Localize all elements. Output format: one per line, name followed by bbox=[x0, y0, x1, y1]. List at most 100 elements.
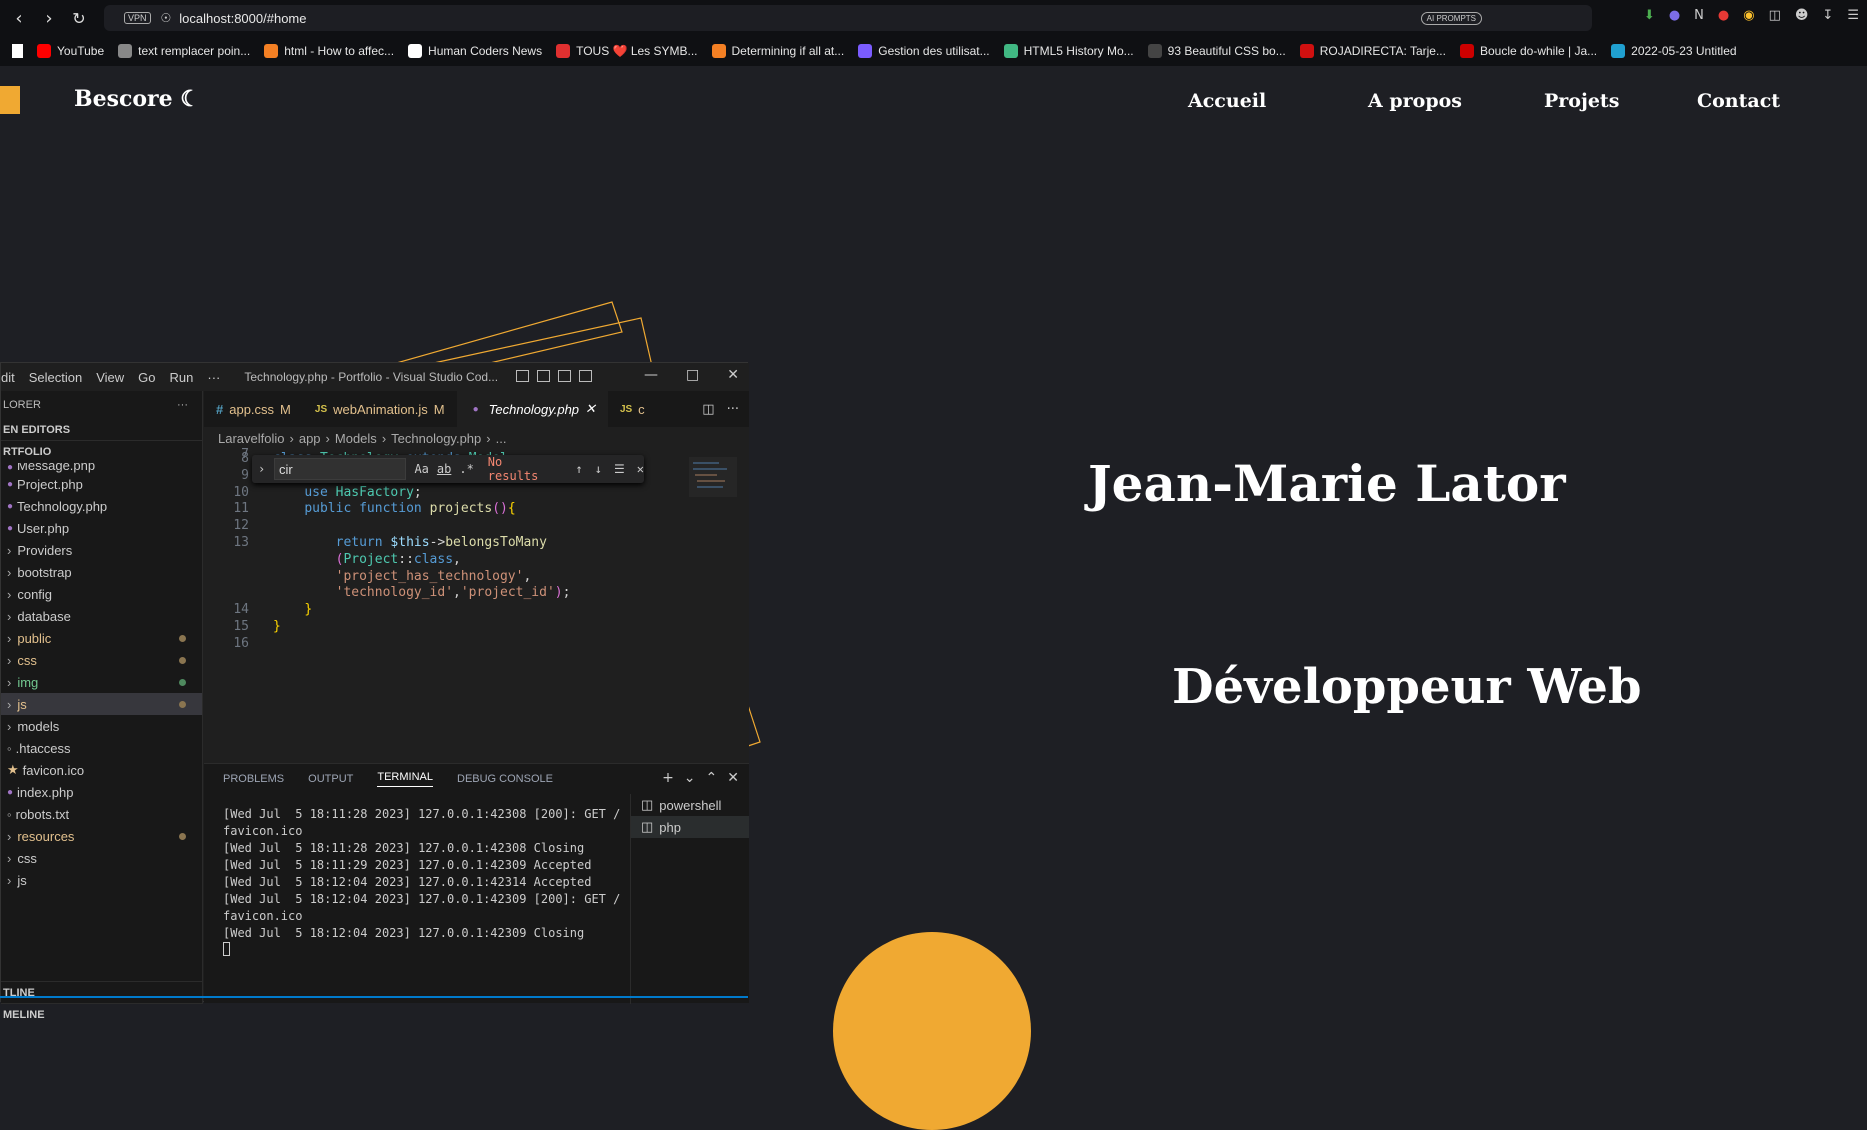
maximize-panel-icon[interactable]: ⌃ bbox=[706, 770, 718, 786]
maximize-icon[interactable]: □ bbox=[686, 367, 699, 383]
file-tree-item[interactable]: › database bbox=[1, 605, 202, 627]
editor-tab[interactable]: JS webAnimation.js M bbox=[303, 391, 457, 427]
notion-icon[interactable]: N bbox=[1694, 8, 1704, 23]
file-tree-item[interactable]: ◦ .htaccess bbox=[1, 737, 202, 759]
terminal-powershell[interactable]: ◫ powershell bbox=[631, 794, 749, 816]
file-tree-item[interactable]: ● Message.php bbox=[1, 463, 202, 473]
previous-match-icon[interactable]: ↑ bbox=[576, 462, 583, 476]
whole-word-icon[interactable]: ab bbox=[437, 462, 451, 476]
menu-icon[interactable]: ☰ bbox=[1847, 8, 1859, 23]
close-tab-icon[interactable]: ✕ bbox=[585, 401, 596, 417]
bookmark-item[interactable]: html - How to affec... bbox=[264, 44, 394, 58]
bookmark-item[interactable]: Human Coders News bbox=[408, 44, 542, 58]
file-tree-item[interactable]: › resources bbox=[1, 825, 202, 847]
file-tree-item[interactable]: › css bbox=[1, 649, 202, 671]
explorer-more-icon[interactable]: ··· bbox=[177, 399, 188, 411]
adblock-icon[interactable]: ● bbox=[1718, 8, 1729, 23]
bookmark-item[interactable]: Determining if all at... bbox=[711, 44, 844, 58]
tab-problems[interactable]: PROBLEMS bbox=[223, 773, 284, 785]
vpn-badge[interactable]: VPN bbox=[124, 12, 151, 24]
bookmark-item[interactable]: ROJADIRECTA: Tarje... bbox=[1299, 44, 1446, 58]
editor-tab[interactable]: JS c bbox=[608, 391, 657, 427]
next-match-icon[interactable]: ↓ bbox=[595, 462, 602, 476]
ai-prompts-badge[interactable]: AI PROMPTS bbox=[1420, 11, 1482, 25]
minimize-icon[interactable]: — bbox=[644, 367, 658, 383]
bookmark-item[interactable]: Gestion des utilisat... bbox=[858, 44, 990, 58]
bookmark-item[interactable]: Boucle do-while | Ja... bbox=[1459, 44, 1597, 58]
back-icon[interactable]: ‹ bbox=[4, 3, 34, 33]
code-area[interactable]: 78class Technology extends Model9{10 use… bbox=[204, 447, 749, 759]
forward-icon[interactable]: › bbox=[34, 3, 64, 33]
menu-run[interactable]: Run bbox=[170, 370, 194, 385]
bookmark-item[interactable]: text remplacer poin... bbox=[118, 44, 250, 58]
downloads-icon[interactable]: ↧ bbox=[1822, 8, 1833, 23]
bookmark-item[interactable]: 2022-05-23 Untitled bbox=[1611, 44, 1737, 58]
menu-view[interactable]: View bbox=[96, 370, 124, 385]
match-case-icon[interactable]: Aa bbox=[414, 462, 428, 476]
bookmark-item[interactable]: TOUS ❤️ Les SYMB... bbox=[556, 44, 698, 58]
terminal-output[interactable]: [Wed Jul 5 18:11:28 2023] 127.0.0.1:4230… bbox=[223, 806, 623, 956]
split-editor-icon[interactable]: ◫ bbox=[702, 402, 714, 417]
file-tree-item[interactable]: › config bbox=[1, 583, 202, 605]
close-icon[interactable]: ✕ bbox=[727, 367, 739, 383]
terminal-php[interactable]: ◫ php bbox=[631, 816, 749, 838]
address-bar[interactable]: VPN ☉ localhost:8000/#home AI PROMPTS bbox=[104, 5, 1592, 31]
file-tree-item[interactable]: ● Project.php bbox=[1, 473, 202, 495]
close-find-icon[interactable]: ✕ bbox=[637, 462, 644, 476]
bookmark-item[interactable]: YouTube bbox=[37, 44, 104, 58]
toggle-sidebar-icon[interactable] bbox=[516, 370, 529, 382]
bookmark-item[interactable]: HTML5 History Mo... bbox=[1003, 44, 1134, 58]
file-tree-item[interactable]: › js bbox=[1, 693, 202, 715]
download-icon[interactable]: ⬇ bbox=[1644, 8, 1655, 23]
menu-go[interactable]: Go bbox=[138, 370, 155, 385]
tab-terminal[interactable]: TERMINAL bbox=[377, 771, 433, 787]
toggle-replace-icon[interactable]: › bbox=[258, 462, 265, 476]
open-editors-section[interactable]: EN EDITORS bbox=[1, 419, 202, 441]
file-tree-item[interactable]: ◦ robots.txt bbox=[1, 803, 202, 825]
file-tree-item[interactable]: ● User.php bbox=[1, 517, 202, 539]
editor-more-icon[interactable]: ··· bbox=[727, 402, 739, 417]
file-tree-item[interactable]: › models bbox=[1, 715, 202, 737]
breadcrumb-item[interactable]: Models bbox=[335, 431, 377, 446]
find-input[interactable]: cir bbox=[274, 458, 407, 480]
url-text[interactable]: localhost:8000/#home bbox=[179, 11, 306, 26]
file-tree-item[interactable]: › css bbox=[1, 847, 202, 869]
cube-icon[interactable]: ◫ bbox=[1769, 8, 1781, 23]
timeline-section[interactable]: MELINE bbox=[1, 1003, 203, 1025]
file-tree-item[interactable]: ★ favicon.ico bbox=[1, 759, 202, 781]
outline-section[interactable]: TLINE bbox=[1, 981, 203, 1003]
menu-edit[interactable]: dit bbox=[1, 370, 15, 385]
minimap[interactable] bbox=[689, 457, 737, 497]
file-tree-item[interactable]: ● index.php bbox=[1, 781, 202, 803]
extension-icon[interactable]: ● bbox=[1669, 8, 1680, 23]
terminal-dropdown-icon[interactable]: ⌄ bbox=[684, 770, 696, 786]
file-tree-item[interactable]: › js bbox=[1, 869, 202, 891]
portfolio-folder-section[interactable]: RTFOLIO bbox=[1, 441, 202, 463]
regex-icon[interactable]: .* bbox=[459, 462, 473, 476]
breadcrumb-item[interactable]: app bbox=[299, 431, 321, 446]
breadcrumb-item[interactable]: Laravelfolio bbox=[218, 431, 285, 446]
editor-tab[interactable]: # app.css M bbox=[204, 391, 303, 427]
toggle-secondary-sidebar-icon[interactable] bbox=[558, 370, 571, 382]
tab-output[interactable]: OUTPUT bbox=[308, 773, 353, 785]
editor-tab[interactable]: ● Technology.php ✕ bbox=[456, 391, 608, 427]
color-picker-icon[interactable]: ◉ bbox=[1743, 8, 1754, 23]
breadcrumb-item[interactable]: Technology.php bbox=[391, 431, 481, 446]
bookmark-item[interactable]: 93 Beautiful CSS bo... bbox=[1147, 44, 1286, 58]
file-tree-item[interactable]: ● Technology.php bbox=[1, 495, 202, 517]
menu-more[interactable]: ··· bbox=[207, 370, 220, 385]
new-terminal-icon[interactable]: + bbox=[662, 770, 674, 786]
file-tree-item[interactable]: › Providers bbox=[1, 539, 202, 561]
profile-icon[interactable]: ☻ bbox=[1795, 8, 1809, 23]
file-tree-item[interactable]: › img bbox=[1, 671, 202, 693]
menu-selection[interactable]: Selection bbox=[29, 370, 82, 385]
toggle-panel-icon[interactable] bbox=[537, 370, 550, 382]
breadcrumb-item[interactable]: ... bbox=[496, 431, 507, 446]
tab-debug-console[interactable]: DEBUG CONSOLE bbox=[457, 773, 553, 785]
find-in-selection-icon[interactable]: ☰ bbox=[614, 462, 625, 476]
reload-icon[interactable]: ↻ bbox=[64, 3, 94, 33]
file-tree-item[interactable]: › public bbox=[1, 627, 202, 649]
file-tree-item[interactable]: › bootstrap bbox=[1, 561, 202, 583]
customize-layout-icon[interactable] bbox=[579, 370, 592, 382]
close-panel-icon[interactable]: ✕ bbox=[727, 770, 739, 786]
